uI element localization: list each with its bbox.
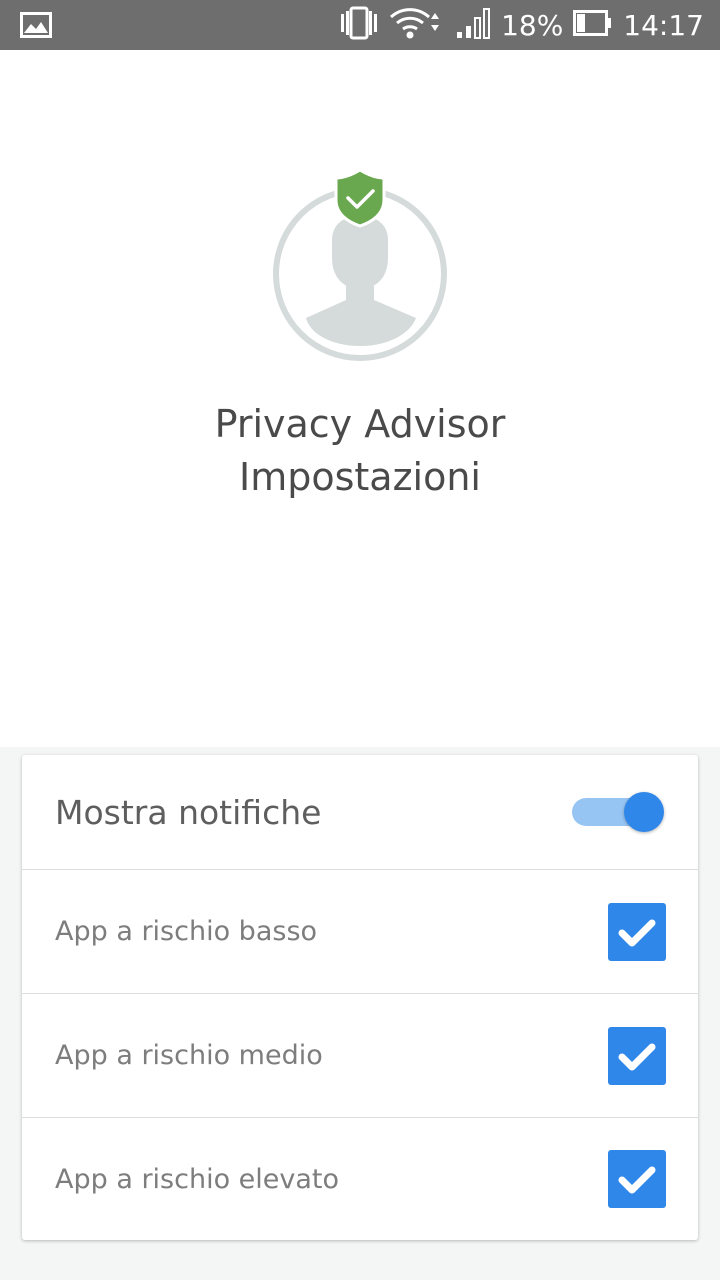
clock: 14:17	[623, 8, 704, 42]
risk-low-label: App a rischio basso	[55, 916, 318, 947]
toggle-knob	[624, 792, 664, 832]
risk-low-row[interactable]: App a rischio basso	[22, 869, 698, 993]
title-line-2: Impostazioni	[239, 455, 481, 499]
shield-check-icon	[334, 168, 386, 228]
notification-settings-card: Mostra notifiche App a rischio basso App…	[22, 755, 698, 1240]
risk-low-checkbox[interactable]	[608, 902, 666, 961]
page-title: Privacy Advisor Impostazioni	[0, 398, 720, 504]
gallery-icon	[20, 12, 52, 42]
risk-high-label: App a rischio elevato	[55, 1163, 340, 1195]
risk-high-checkbox[interactable]	[608, 1150, 666, 1208]
user-avatar-icon	[270, 168, 450, 368]
show-notifications-row[interactable]: Mostra notifiche	[22, 755, 698, 869]
battery-percent: 18%	[501, 8, 564, 42]
wifi-icon	[389, 5, 445, 45]
risk-medium-checkbox[interactable]	[608, 1026, 666, 1085]
checkmark-icon	[618, 1166, 656, 1194]
vibrate-icon	[339, 5, 379, 45]
show-notifications-label: Mostra notifiche	[55, 792, 322, 832]
checkmark-icon	[618, 919, 656, 946]
risk-medium-label: App a rischio medio	[55, 1040, 323, 1071]
status-bar: 18% 14:17	[0, 0, 720, 50]
battery-icon	[573, 9, 613, 41]
title-line-1: Privacy Advisor	[214, 402, 506, 446]
show-notifications-toggle[interactable]	[572, 792, 664, 832]
signal-icon	[455, 6, 491, 44]
risk-high-row[interactable]: App a rischio elevato	[22, 1117, 698, 1240]
hero-section: Privacy Advisor Impostazioni	[0, 50, 720, 747]
checkmark-icon	[618, 1043, 656, 1070]
risk-medium-row[interactable]: App a rischio medio	[22, 993, 698, 1117]
